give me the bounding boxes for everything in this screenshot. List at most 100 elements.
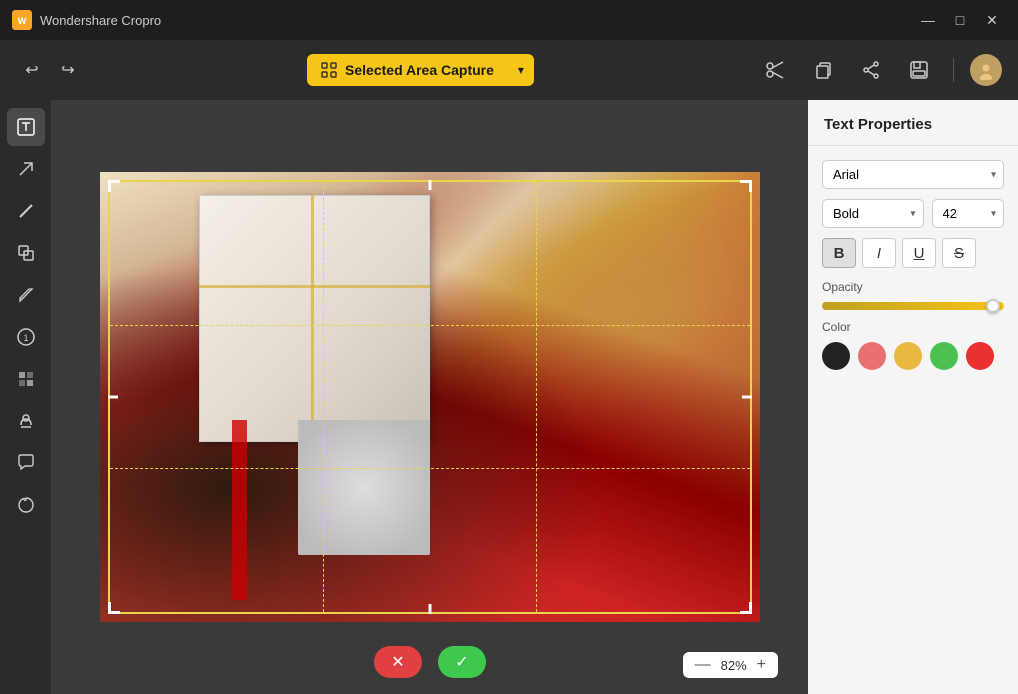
right-panel: Text Properties Arial ▾ Bold ▾: [808, 100, 1018, 694]
zoom-out-button[interactable]: —: [693, 656, 713, 674]
color-swatches: [822, 342, 1004, 370]
capture-btn-label: Selected Area Capture: [307, 54, 508, 86]
color-swatch-red[interactable]: [966, 342, 994, 370]
copy-area-icon: [16, 243, 36, 263]
scissors-icon: [765, 60, 785, 80]
title-bar-left: W Wondershare Cropro: [12, 10, 161, 30]
font-weight-select[interactable]: Bold: [822, 199, 924, 228]
lasso-tool-button[interactable]: [7, 486, 45, 524]
font-weight-wrapper: Bold ▾: [822, 199, 924, 228]
capture-icon: [321, 62, 337, 78]
handle-bottom-left[interactable]: [108, 602, 120, 614]
share-button[interactable]: [853, 52, 889, 88]
grid-v2: [536, 182, 537, 612]
arrow-tool-icon: [16, 159, 36, 179]
opacity-track: [822, 302, 1004, 310]
capture-area: Selected Area Capture ▾: [307, 54, 534, 86]
numbered-tool-button[interactable]: 1: [7, 318, 45, 356]
confirm-button[interactable]: ✓: [438, 646, 486, 678]
strikethrough-button[interactable]: S: [942, 238, 976, 268]
copy-icon: [813, 60, 833, 80]
confirm-icon: ✓: [455, 652, 468, 672]
svg-text:W: W: [18, 16, 27, 26]
save-button[interactable]: [901, 52, 937, 88]
grid-h2: [110, 468, 750, 469]
cancel-button[interactable]: ✕: [374, 646, 422, 678]
color-swatch-black[interactable]: [822, 342, 850, 370]
handle-bottom-center[interactable]: [429, 604, 432, 614]
copy-button[interactable]: [805, 52, 841, 88]
undo-redo-group: ↩ ↪: [16, 54, 84, 86]
font-size-wrapper: 42 ▾: [932, 199, 1005, 228]
grid-v1: [323, 182, 324, 612]
title-bar-controls: — □ ✕: [914, 9, 1006, 31]
grid-h1: [110, 325, 750, 326]
left-toolbar: 1: [0, 100, 52, 694]
close-button[interactable]: ✕: [978, 9, 1006, 31]
color-swatch-yellow[interactable]: [894, 342, 922, 370]
speech-bubble-icon: [16, 453, 36, 473]
cut-button[interactable]: [757, 52, 793, 88]
main-area: 1: [0, 100, 1018, 694]
lasso-tool-icon: [16, 495, 36, 515]
handle-bottom-right[interactable]: [740, 602, 752, 614]
line-tool-icon: [16, 201, 36, 221]
font-size-select[interactable]: 42: [932, 199, 1005, 228]
handle-top-right[interactable]: [740, 180, 752, 192]
handle-top-left[interactable]: [108, 180, 120, 192]
capture-button[interactable]: Selected Area Capture ▾: [307, 54, 534, 86]
zoom-control: — 82% +: [683, 652, 778, 678]
redo-button[interactable]: ↪: [52, 54, 84, 86]
pen-tool-icon: [16, 285, 36, 305]
toolbar-right-actions: [757, 52, 1002, 88]
zoom-in-button[interactable]: +: [755, 656, 768, 674]
copy-area-button[interactable]: [7, 234, 45, 272]
handle-left-center[interactable]: [108, 396, 118, 399]
speech-bubble-button[interactable]: [7, 444, 45, 482]
save-icon: [909, 60, 929, 80]
selection-overlay: [108, 180, 752, 614]
capture-image: [100, 172, 760, 622]
handle-top-center[interactable]: [429, 180, 432, 190]
toolbar-divider: [953, 58, 954, 82]
mosaic-tool-button[interactable]: [7, 360, 45, 398]
share-icon: [861, 60, 881, 80]
undo-button[interactable]: ↩: [16, 54, 48, 86]
opacity-thumb[interactable]: [986, 299, 1000, 313]
format-buttons-row: B I U S: [822, 238, 1004, 268]
text-tool-icon: [16, 117, 36, 137]
top-toolbar: ↩ ↪ Selected Area Capture ▾: [0, 40, 1018, 100]
panel-section: Arial ▾ Bold ▾ 42 ▾: [808, 146, 1018, 384]
app-name: Wondershare Cropro: [40, 13, 161, 28]
font-family-select[interactable]: Arial: [822, 160, 1004, 189]
avatar-icon: [976, 60, 996, 80]
minimize-button[interactable]: —: [914, 9, 942, 31]
stamp-tool-button[interactable]: [7, 402, 45, 440]
bold-button[interactable]: B: [822, 238, 856, 268]
pen-tool-button[interactable]: [7, 276, 45, 314]
line-tool-button[interactable]: [7, 192, 45, 230]
user-avatar[interactable]: [970, 54, 1002, 86]
svg-text:1: 1: [23, 333, 28, 343]
maximize-button[interactable]: □: [946, 9, 974, 31]
panel-title: Text Properties: [808, 100, 1018, 146]
color-label: Color: [822, 320, 1004, 334]
app-logo: W: [12, 10, 32, 30]
capture-dropdown-arrow[interactable]: ▾: [508, 55, 534, 85]
color-swatch-green[interactable]: [930, 342, 958, 370]
text-tool-button[interactable]: [7, 108, 45, 146]
cancel-icon: ✕: [391, 652, 404, 672]
underline-button[interactable]: U: [902, 238, 936, 268]
opacity-label: Opacity: [822, 280, 1004, 294]
arrow-tool-button[interactable]: [7, 150, 45, 188]
color-swatch-pink[interactable]: [858, 342, 886, 370]
image-container: [100, 172, 760, 622]
title-bar: W Wondershare Cropro — □ ✕: [0, 0, 1018, 40]
handle-right-center[interactable]: [742, 396, 752, 399]
italic-button[interactable]: I: [862, 238, 896, 268]
font-family-wrapper: Arial ▾: [822, 160, 1004, 189]
opacity-slider[interactable]: [822, 302, 1004, 310]
capture-label-text: Selected Area Capture: [345, 62, 494, 78]
stamp-tool-icon: [16, 411, 36, 431]
font-style-row: Bold ▾ 42 ▾: [822, 199, 1004, 228]
